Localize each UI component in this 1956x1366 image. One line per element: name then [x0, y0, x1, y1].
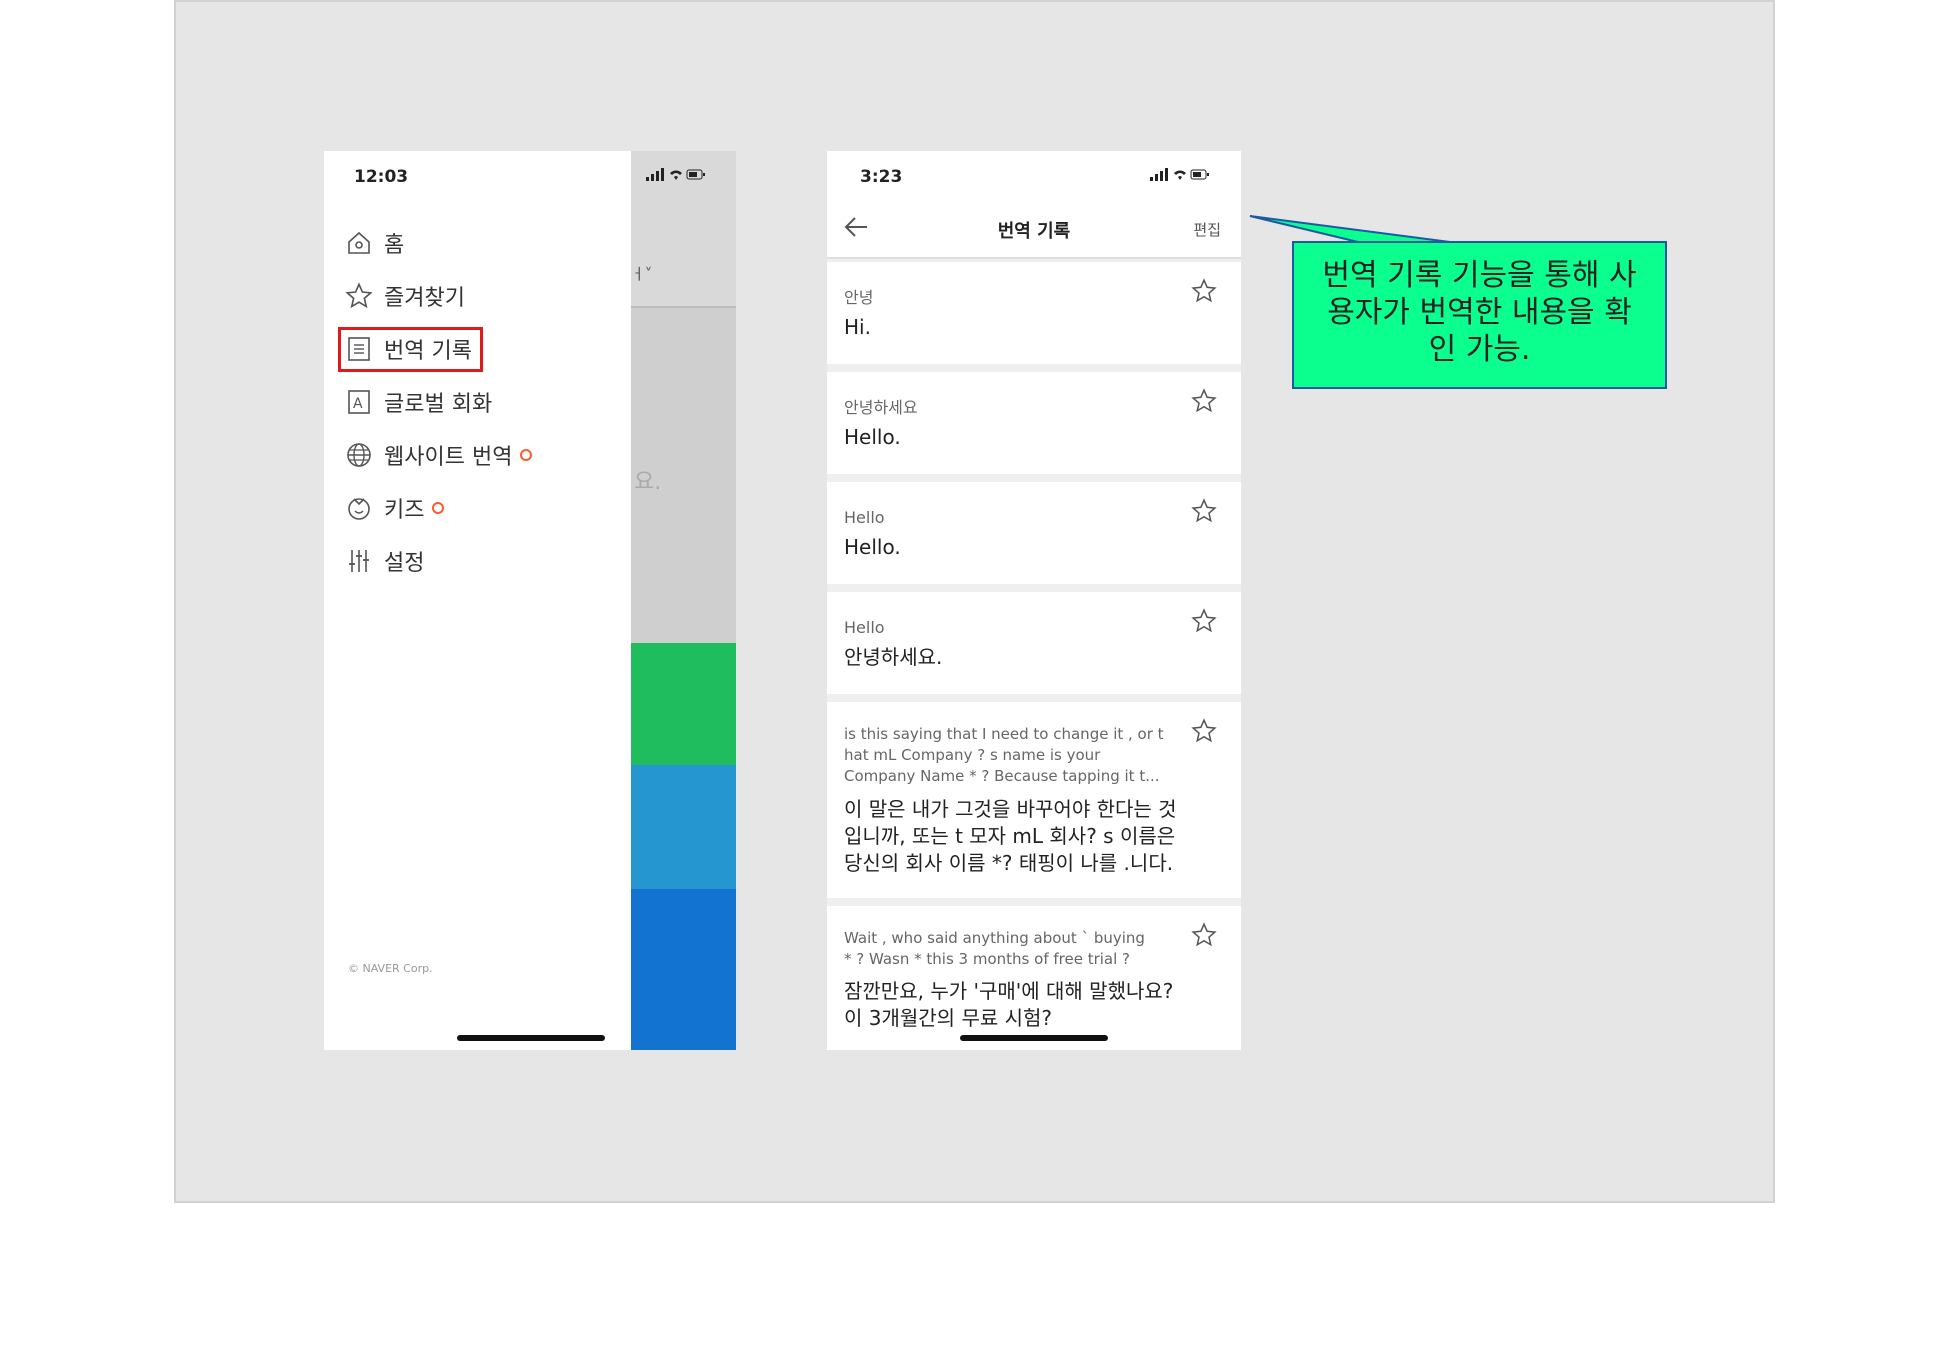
- callout-pointer: [1249, 215, 1451, 243]
- callout-note: 번역 기록 기능을 통해 사 용자가 번역한 내용을 확 인 가능.: [1292, 241, 1667, 389]
- callout-line: 인 가능.: [1428, 332, 1531, 367]
- callout-line: 용자가 번역한 내용을 확: [1327, 295, 1632, 330]
- callout-line: 번역 기록 기능을 통해 사: [1322, 258, 1637, 293]
